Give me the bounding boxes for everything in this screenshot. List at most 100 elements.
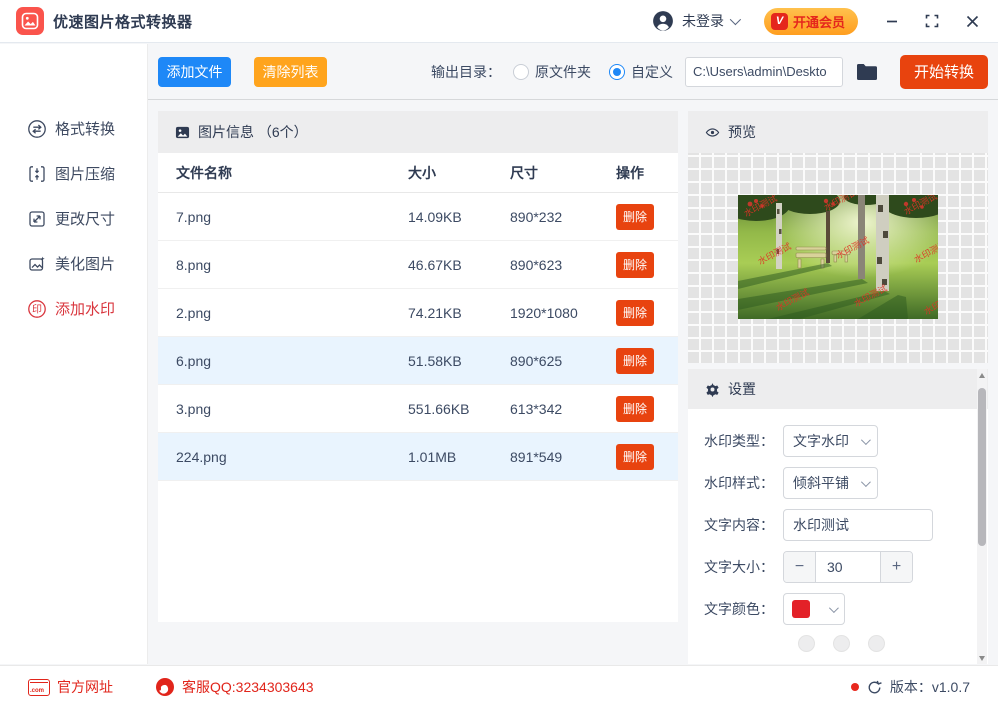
preview-header: 预览: [688, 111, 988, 153]
sidebar-item-resize[interactable]: 更改尺寸: [0, 196, 147, 241]
refresh-icon[interactable]: [867, 680, 882, 695]
chevron-down-icon: [829, 603, 839, 613]
chevron-down-icon: [730, 14, 741, 25]
chevron-down-icon: [861, 435, 871, 445]
preview-image: 水印测试 水印测试 水印测试 水印测试 水印测试 水印测试 水印测试 水印测试 …: [738, 195, 938, 319]
option-dot[interactable]: [798, 635, 815, 652]
text-color-select[interactable]: [783, 593, 845, 625]
text-size-value[interactable]: 30: [815, 552, 881, 582]
option-dot[interactable]: [833, 635, 850, 652]
radio-custom-circle: [609, 64, 625, 80]
main-content: 添加文件 清除列表 输出目录： 原文件夹 自定义 开始转换 图片信息 （6个） …: [148, 44, 998, 665]
option-dot[interactable]: [868, 635, 885, 652]
scroll-up-arrow[interactable]: [977, 370, 987, 380]
folder-icon: [856, 63, 878, 81]
cell-size: 1.01MB: [408, 449, 510, 465]
beautify-icon: [27, 254, 47, 274]
sidebar: 格式转换 图片压缩 更改尺寸 美化图片 印 添加水印: [0, 44, 148, 664]
transparency-checkerboard: 水印测试 水印测试 水印测试 水印测试 水印测试 水印测试 水印测试 水印测试 …: [688, 153, 988, 363]
cell-filename: 2.png: [176, 305, 408, 321]
sidebar-item-format-convert[interactable]: 格式转换: [0, 106, 147, 151]
delete-button[interactable]: 删除: [616, 444, 654, 470]
settings-scrollbar: [977, 369, 987, 664]
vip-badge-icon: V: [771, 13, 788, 30]
image-info-icon: [175, 125, 190, 140]
watermark-type-select[interactable]: 文字水印: [783, 425, 878, 457]
cell-size: 551.66KB: [408, 401, 510, 417]
cell-dims: 890*232: [510, 209, 616, 225]
watermark-text-input[interactable]: [783, 509, 933, 541]
output-dir-label: 输出目录：: [431, 62, 501, 82]
text-size-stepper: − 30 +: [783, 551, 913, 583]
add-files-button[interactable]: 添加文件: [158, 57, 231, 87]
vip-button[interactable]: V 开通会员: [764, 8, 858, 35]
minimize-button[interactable]: [884, 13, 900, 29]
delete-button[interactable]: 删除: [616, 252, 654, 278]
radio-original-folder[interactable]: 原文件夹: [513, 62, 591, 82]
file-table-panel: 图片信息 （6个） 文件名称 大小 尺寸 操作 7.png 14.09KB 89…: [158, 111, 678, 622]
delete-button[interactable]: 删除: [616, 348, 654, 374]
sidebar-item-label: 美化图片: [55, 253, 115, 274]
settings-body: 水印类型： 文字水印 水印样式： 倾斜平铺 文字内容： 文字大小：: [688, 409, 988, 664]
titlebar: 优速图片格式转换器 未登录 V 开通会员: [0, 0, 998, 43]
sidebar-item-label: 添加水印: [55, 298, 115, 319]
maximize-button[interactable]: [924, 13, 940, 29]
scroll-down-arrow[interactable]: [977, 653, 987, 663]
increase-button[interactable]: +: [881, 552, 912, 582]
cell-size: 74.21KB: [408, 305, 510, 321]
sidebar-item-label: 图片压缩: [55, 163, 115, 184]
gear-icon: [705, 382, 720, 397]
watermark-type-label: 水印类型：: [702, 431, 774, 451]
table-row[interactable]: 224.png 1.01MB 891*549 删除: [158, 433, 678, 481]
table-column-header: 文件名称 大小 尺寸 操作: [158, 153, 678, 193]
official-website-link[interactable]: .com 官方网址: [28, 677, 113, 697]
sidebar-item-beautify[interactable]: 美化图片: [0, 241, 147, 286]
file-table-title: 图片信息 （6个）: [198, 122, 308, 142]
customer-service-qq[interactable]: 客服QQ:3234303643: [155, 677, 314, 697]
app-title: 优速图片格式转换器: [53, 11, 193, 32]
table-row[interactable]: 7.png 14.09KB 890*232 删除: [158, 193, 678, 241]
login-status-label: 未登录: [682, 11, 724, 31]
radio-custom-folder[interactable]: 自定义: [609, 62, 673, 82]
text-content-label: 文字内容：: [702, 515, 774, 535]
cell-size: 14.09KB: [408, 209, 510, 225]
login-menu[interactable]: 未登录: [652, 10, 738, 32]
watermark-icon: 印: [27, 299, 47, 319]
sidebar-item-label: 更改尺寸: [55, 208, 115, 229]
scrollbar-thumb[interactable]: [978, 388, 986, 546]
table-row[interactable]: 2.png 74.21KB 1920*1080 删除: [158, 289, 678, 337]
sidebar-item-watermark[interactable]: 印 添加水印: [0, 286, 147, 331]
cell-size: 46.67KB: [408, 257, 510, 273]
close-button[interactable]: [964, 13, 980, 29]
file-table-header: 图片信息 （6个）: [158, 111, 678, 153]
cell-dims: 891*549: [510, 449, 616, 465]
right-panel: 预览: [688, 111, 988, 664]
version-label: 版本：v1.0.7: [890, 677, 970, 697]
table-row[interactable]: 3.png 551.66KB 613*342 删除: [158, 385, 678, 433]
watermark-style-select[interactable]: 倾斜平铺: [783, 467, 878, 499]
start-convert-button[interactable]: 开始转换: [900, 55, 988, 89]
svg-text:印: 印: [32, 303, 42, 315]
text-color-label: 文字颜色：: [702, 599, 774, 619]
table-row[interactable]: 6.png 51.58KB 890*625 删除: [158, 337, 678, 385]
radio-original-circle: [513, 64, 529, 80]
headset-icon: [155, 677, 175, 697]
text-size-label: 文字大小：: [702, 557, 774, 577]
clear-list-button[interactable]: 清除列表: [254, 57, 327, 87]
decrease-button[interactable]: −: [784, 552, 815, 582]
website-icon: .com: [28, 679, 50, 696]
settings-title: 设置: [728, 379, 756, 399]
sidebar-item-compress[interactable]: 图片压缩: [0, 151, 147, 196]
delete-button[interactable]: 删除: [616, 300, 654, 326]
col-size: 大小: [408, 163, 510, 183]
col-filename: 文件名称: [176, 163, 408, 183]
cell-dims: 890*625: [510, 353, 616, 369]
browse-folder-button[interactable]: [856, 63, 878, 81]
status-dot: [851, 683, 859, 691]
delete-button[interactable]: 删除: [616, 204, 654, 230]
eye-icon: [705, 125, 720, 140]
statusbar: .com 官方网址 客服QQ:3234303643 版本：v1.0.7: [0, 665, 998, 708]
table-row[interactable]: 8.png 46.67KB 890*623 删除: [158, 241, 678, 289]
output-path-input[interactable]: [685, 57, 843, 87]
delete-button[interactable]: 删除: [616, 396, 654, 422]
